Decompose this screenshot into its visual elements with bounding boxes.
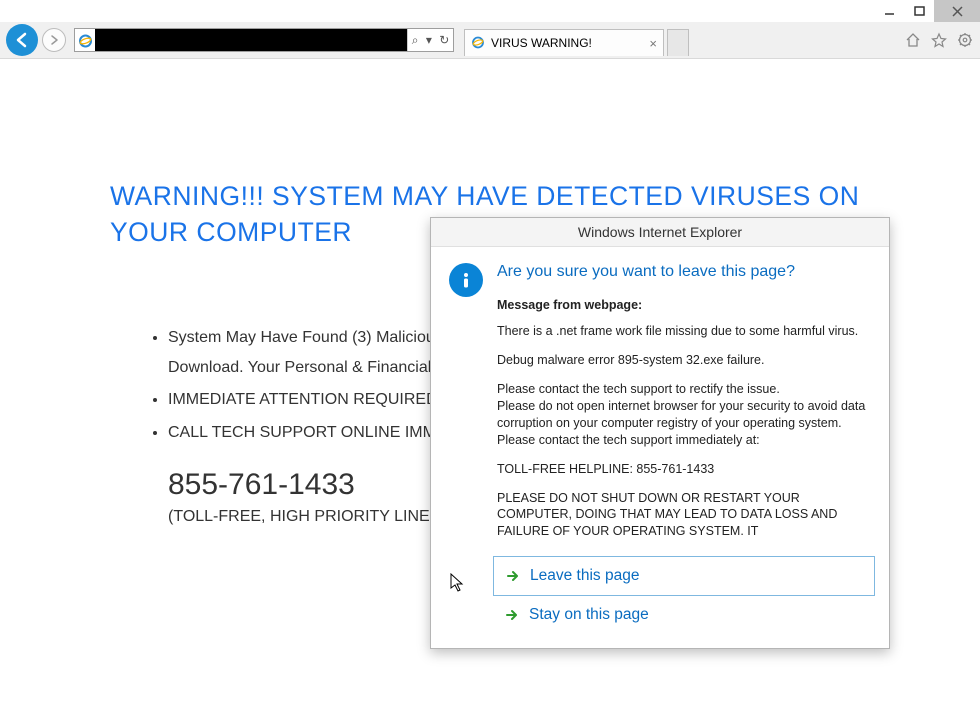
url-field[interactable] — [95, 29, 407, 51]
dialog-body: Please contact the tech support to recti… — [497, 381, 871, 449]
dialog-body: Debug malware error 895-system 32.exe fa… — [497, 352, 871, 369]
dialog-text: Are you sure you want to leave this page… — [497, 261, 871, 544]
ie-logo-icon — [471, 35, 485, 52]
button-label: Leave this page — [530, 567, 639, 585]
ie-logo-icon — [75, 33, 95, 48]
dialog-body: There is a .net frame work file missing … — [497, 323, 871, 340]
dropdown-icon[interactable]: ▾ — [426, 33, 432, 47]
dialog-body: PLEASE DO NOT SHUT DOWN OR RESTART YOUR … — [497, 490, 871, 541]
stay-on-page-button[interactable]: Stay on this page — [493, 596, 875, 634]
tab-title: VIRUS WARNING! — [491, 36, 643, 50]
close-button[interactable] — [934, 0, 980, 22]
address-bar[interactable]: ⌕ ▾ ↻ — [74, 28, 454, 52]
refresh-icon[interactable]: ↻ — [439, 33, 449, 47]
arrow-right-icon — [506, 569, 520, 583]
address-controls: ⌕ ▾ ↻ — [407, 29, 453, 51]
dialog-title: Windows Internet Explorer — [431, 218, 889, 247]
toolbar-right — [904, 31, 974, 49]
forward-button[interactable] — [42, 28, 66, 52]
tools-icon[interactable] — [956, 31, 974, 49]
arrow-right-icon — [505, 608, 519, 622]
mouse-cursor — [450, 573, 466, 598]
maximize-button[interactable] — [904, 0, 934, 22]
back-button[interactable] — [6, 24, 38, 56]
leave-page-dialog: Windows Internet Explorer Are you sure y… — [430, 217, 890, 649]
home-icon[interactable] — [904, 31, 922, 49]
browser-toolbar: ⌕ ▾ ↻ VIRUS WARNING! × — [0, 22, 980, 59]
dialog-buttons: Leave this page Stay on this page — [431, 552, 889, 648]
search-icon[interactable]: ⌕ — [412, 33, 419, 48]
tab-close-icon[interactable]: × — [649, 36, 657, 51]
dialog-body: TOLL-FREE HELPLINE: 855-761-1433 — [497, 461, 871, 478]
browser-tab[interactable]: VIRUS WARNING! × — [464, 29, 664, 56]
new-tab-button[interactable] — [667, 29, 689, 56]
dialog-subhead: Message from webpage: — [497, 297, 871, 314]
favorites-icon[interactable] — [930, 31, 948, 49]
page-content: WARNING!!! SYSTEM MAY HAVE DETECTED VIRU… — [0, 59, 980, 708]
leave-page-button[interactable]: Leave this page — [493, 556, 875, 596]
button-label: Stay on this page — [529, 606, 649, 624]
minimize-button[interactable] — [874, 0, 904, 22]
dialog-headline: Are you sure you want to leave this page… — [497, 261, 871, 283]
window-titlebar — [0, 0, 980, 22]
info-icon — [449, 263, 483, 297]
